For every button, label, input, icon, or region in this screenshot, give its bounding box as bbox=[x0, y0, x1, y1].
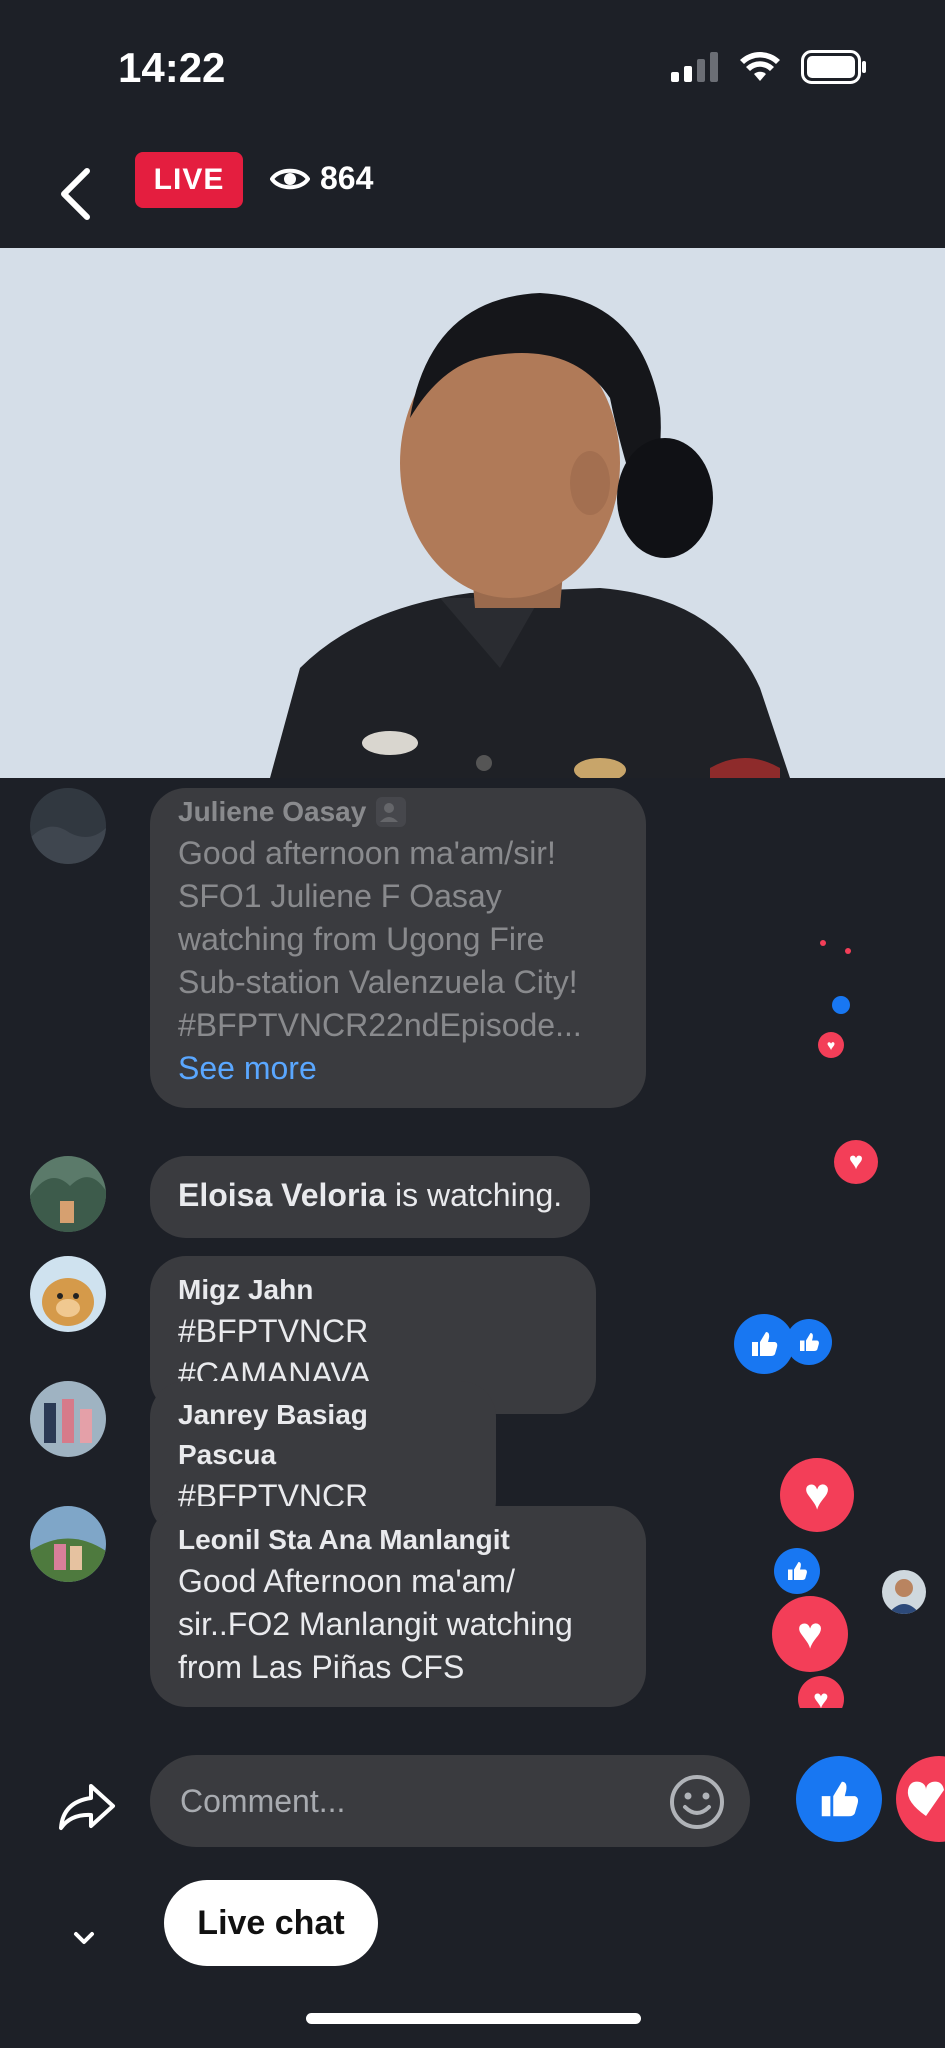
comment-text: is watching. bbox=[395, 1177, 563, 1213]
share-button[interactable] bbox=[52, 1772, 122, 1842]
comment-bubble[interactable]: Leonil Sta Ana Manlangit Good Afternoon … bbox=[150, 1506, 646, 1707]
avatar[interactable] bbox=[30, 1256, 106, 1332]
battery-icon bbox=[801, 50, 866, 84]
reaction-love-icon: ♥ bbox=[834, 1140, 878, 1184]
live-video[interactable] bbox=[0, 248, 945, 778]
signal-icon bbox=[671, 52, 718, 82]
status-time: 14:22 bbox=[118, 44, 226, 91]
comment-item: Leonil Sta Ana Manlangit Good Afternoon … bbox=[30, 1506, 646, 1707]
love-reaction-button[interactable] bbox=[896, 1756, 945, 1842]
like-reaction-button[interactable] bbox=[796, 1756, 882, 1842]
live-header: LIVE 864 bbox=[0, 140, 945, 248]
eye-icon bbox=[270, 168, 310, 189]
like-icon bbox=[821, 1781, 859, 1817]
avatar[interactable] bbox=[30, 1506, 106, 1582]
avatar[interactable] bbox=[30, 1156, 106, 1232]
comment-text: Good Afternoon ma'am/ sir..FO2 Manlangit… bbox=[178, 1563, 573, 1685]
collapse-button[interactable] bbox=[64, 1918, 104, 1958]
see-more-link[interactable]: See more bbox=[178, 1047, 618, 1090]
reaction-love-icon: ♥ bbox=[772, 1596, 848, 1672]
love-icon bbox=[907, 1781, 944, 1816]
comment-author-name: Migz Jahn bbox=[178, 1274, 314, 1305]
reaction-like-icon bbox=[832, 996, 850, 1014]
reaction-like-icon bbox=[786, 1319, 832, 1365]
comment-author: Juliene Oasay bbox=[178, 792, 618, 832]
comment-item: Eloisa Veloria is watching. bbox=[30, 1156, 591, 1238]
comment-composer-bar: Live chat bbox=[0, 1708, 945, 2048]
reaction-like-icon bbox=[774, 1548, 820, 1594]
avatar[interactable] bbox=[30, 788, 106, 864]
comment-author-name: Juliene Oasay bbox=[178, 796, 367, 827]
comment-item: Juliene Oasay Good afternoon ma'am/sir! … bbox=[30, 788, 646, 1108]
video-frame-image bbox=[0, 248, 945, 778]
back-button[interactable] bbox=[50, 154, 100, 234]
avatar[interactable] bbox=[30, 1381, 106, 1457]
viewer-count-value: 864 bbox=[320, 160, 374, 196]
emoji-icon bbox=[670, 1775, 724, 1829]
reaction-love-icon bbox=[820, 940, 826, 946]
reaction-like-icon bbox=[734, 1314, 794, 1374]
reaction-love-icon: ♥ bbox=[818, 1032, 844, 1058]
emoji-button[interactable] bbox=[668, 1773, 726, 1831]
share-icon bbox=[59, 1784, 115, 1830]
reaction-love-icon bbox=[845, 948, 851, 954]
comment-text-body: Good afternoon ma'am/sir! SFO1 Juliene F… bbox=[178, 835, 582, 1043]
comment-text: Good afternoon ma'am/sir! SFO1 Juliene F… bbox=[178, 832, 618, 1047]
wifi-icon bbox=[740, 52, 780, 81]
comment-bubble[interactable]: Eloisa Veloria is watching. bbox=[150, 1156, 591, 1238]
back-icon bbox=[61, 168, 90, 220]
comment-input[interactable] bbox=[150, 1755, 750, 1847]
home-indicator bbox=[306, 2013, 641, 2024]
chevron-down-icon bbox=[74, 1932, 94, 1944]
comment-bubble[interactable]: Juliene Oasay Good afternoon ma'am/sir! … bbox=[150, 788, 646, 1108]
status-bar: 14:22 bbox=[0, 0, 945, 140]
reaction-love-icon: ♥ bbox=[798, 1676, 844, 1708]
comment-author-name: Leonil Sta Ana Manlangit bbox=[178, 1524, 510, 1555]
live-comments-feed[interactable]: Juliene Oasay Good afternoon ma'am/sir! … bbox=[0, 778, 945, 1708]
live-badge: LIVE bbox=[135, 152, 243, 208]
status-icons bbox=[671, 50, 867, 84]
contributor-icon bbox=[376, 797, 407, 827]
comment-author-name: Eloisa Veloria bbox=[178, 1177, 387, 1213]
comment-author-name: Janrey Basiag Pascua bbox=[178, 1399, 368, 1470]
reaction-love-icon: ♥ bbox=[780, 1458, 854, 1532]
viewer-avatar bbox=[882, 1570, 926, 1614]
live-chat-button[interactable]: Live chat bbox=[164, 1880, 378, 1966]
viewer-count: 864 bbox=[270, 160, 373, 197]
